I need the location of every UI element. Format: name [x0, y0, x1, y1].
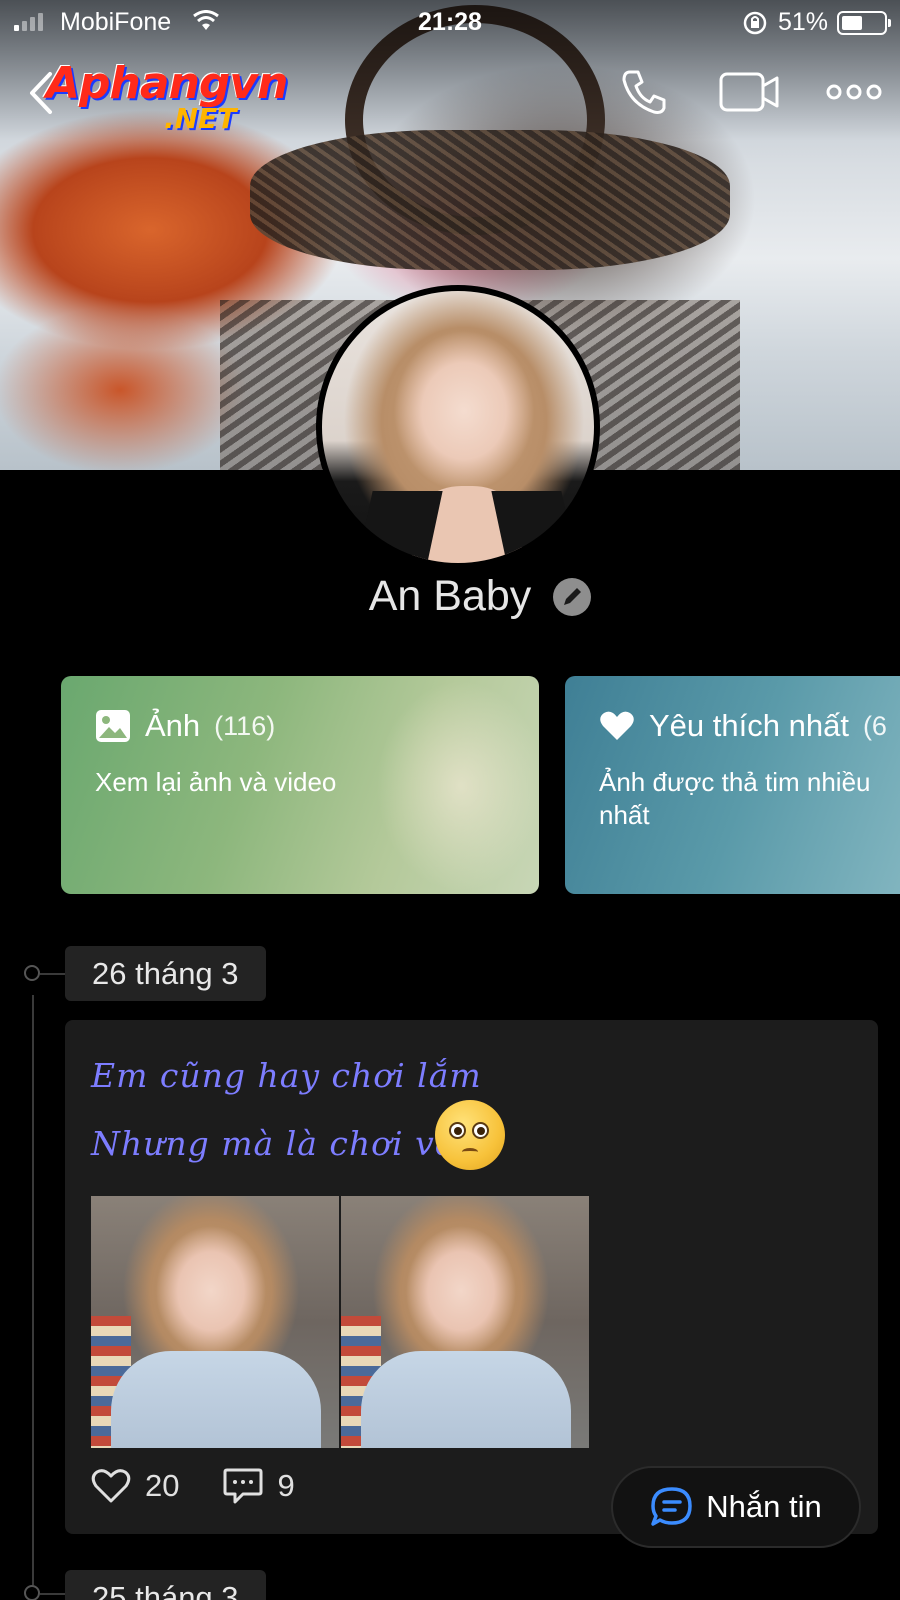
- image-icon: [96, 710, 130, 742]
- battery-percent: 51%: [778, 8, 829, 36]
- timeline-dot: [24, 1585, 66, 1600]
- pencil-icon: [564, 588, 581, 605]
- post-photo[interactable]: [341, 1196, 589, 1448]
- album-count: (116): [214, 710, 276, 741]
- timeline-dot: [24, 965, 66, 981]
- album-card-favorites[interactable]: Yêu thích nhất (6 Ảnh được thả tim nhiều…: [565, 676, 900, 894]
- album-title: Ảnh: [145, 708, 201, 743]
- heart-outline-icon: [91, 1469, 131, 1503]
- album-subtitle: Ảnh được thả tim nhiều nhất: [599, 767, 871, 830]
- comment-button[interactable]: 9: [223, 1467, 295, 1505]
- post-actions: 20 9: [91, 1467, 339, 1505]
- timeline-line: [32, 995, 34, 1585]
- album-title: Yêu thích nhất: [649, 708, 849, 743]
- pleading-face-emoji: [435, 1100, 505, 1170]
- comment-icon: [223, 1468, 263, 1504]
- message-button[interactable]: Nhắn tin: [611, 1466, 861, 1548]
- chat-bubble-icon: [651, 1487, 693, 1526]
- cover-nest-shape: [250, 130, 730, 270]
- profile-avatar[interactable]: [316, 285, 600, 569]
- rotation-lock-icon: [743, 11, 767, 35]
- album-count: (6: [862, 710, 887, 741]
- more-icon[interactable]: [826, 66, 882, 118]
- phone-icon[interactable]: [620, 66, 668, 118]
- battery-icon: [837, 11, 891, 35]
- profile-name: An Baby: [0, 572, 900, 621]
- comment-count: 9: [277, 1468, 295, 1503]
- video-call-icon[interactable]: [718, 66, 780, 118]
- album-subtitle: Xem lại ảnh và video: [95, 767, 337, 797]
- message-button-label: Nhắn tin: [706, 1489, 822, 1524]
- watermark-logo: Aphangvn .NET: [46, 58, 321, 140]
- post-photo[interactable]: [91, 1196, 339, 1448]
- heart-icon: [600, 711, 634, 740]
- post-caption-line: Em cũng hay chơi lắm: [91, 1056, 482, 1095]
- status-bar: MobiFone 21:28 51%: [0, 0, 900, 44]
- album-card-photos[interactable]: Ảnh (116) Xem lại ảnh và video: [61, 676, 539, 894]
- like-button[interactable]: 20: [91, 1468, 179, 1504]
- timeline-date-chip: 26 tháng 3: [65, 946, 266, 1001]
- logo-domain: .NET: [164, 102, 237, 135]
- timeline-date-chip: 25 tháng 3: [65, 1570, 266, 1600]
- edit-name-button[interactable]: [553, 578, 591, 616]
- profile-name-text: An Baby: [368, 572, 532, 620]
- timeline-post[interactable]: Em cũng hay chơi lắm Nhưng mà là chơi vơ…: [65, 1020, 878, 1534]
- like-count: 20: [145, 1468, 180, 1503]
